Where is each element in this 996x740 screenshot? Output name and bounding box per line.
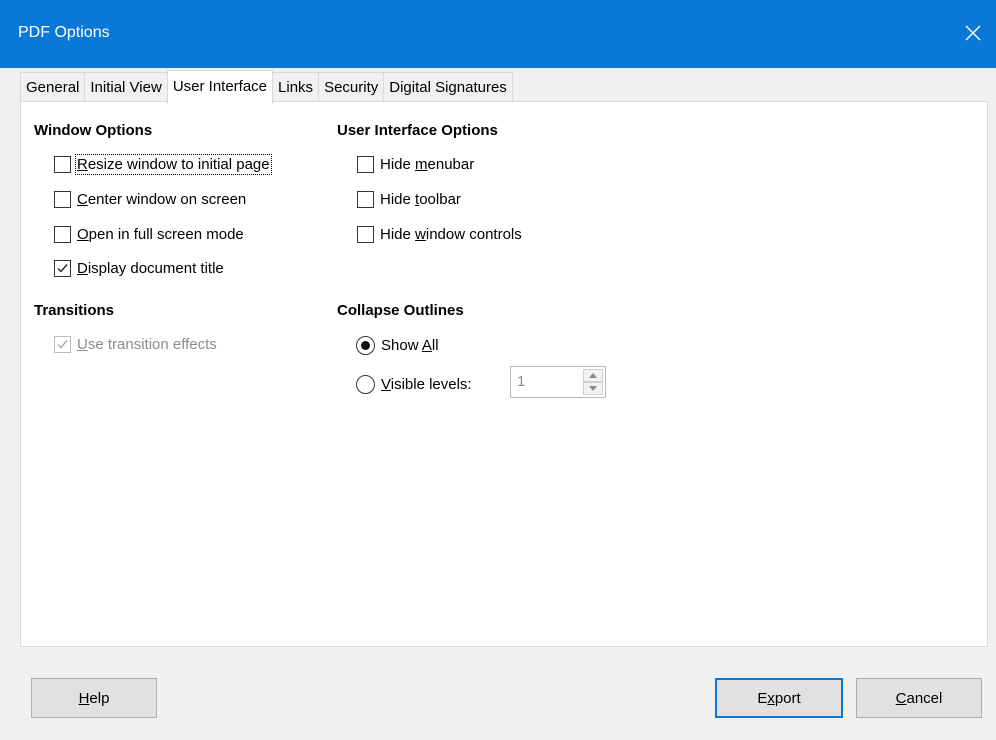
checkbox-box: [357, 155, 374, 173]
resize-window-label: Resize window to initial page: [75, 153, 272, 175]
checkbox-box: [54, 190, 71, 208]
arrow-down-icon: [589, 386, 597, 391]
window-title: PDF Options: [18, 24, 110, 41]
transitions-heading: Transitions: [34, 302, 115, 319]
transition-effects-label: Use transition effects: [77, 335, 217, 353]
visible-levels-radio[interactable]: Visible levels:: [356, 372, 472, 396]
close-icon: [965, 25, 981, 41]
hide-toolbar-label: Hide toolbar: [380, 190, 461, 208]
full-screen-checkbox[interactable]: Open in full screen mode: [54, 222, 244, 246]
hide-window-controls-label: Hide window controls: [380, 225, 522, 243]
spin-buttons: [583, 369, 603, 395]
radio-selected-dot: [361, 340, 370, 350]
help-button-label: Help: [78, 689, 110, 707]
resize-window-checkbox[interactable]: Resize window to initial page: [54, 152, 272, 176]
show-all-radio[interactable]: Show All: [356, 333, 439, 357]
display-title-checkbox[interactable]: Display document title: [54, 256, 224, 280]
show-all-label: Show All: [381, 336, 439, 354]
checkbox-box: [54, 225, 71, 243]
tab-digital-signatures[interactable]: Digital Signatures: [383, 72, 513, 102]
tab-initial-view[interactable]: Initial View: [84, 72, 168, 102]
title-bar: PDF Options: [0, 0, 996, 68]
hide-menubar-checkbox[interactable]: Hide menubar: [357, 152, 474, 176]
close-button[interactable]: [950, 14, 996, 52]
center-window-label: Center window on screen: [77, 190, 247, 208]
checkbox-box: [357, 225, 374, 243]
help-button[interactable]: Help: [31, 678, 157, 718]
visible-levels-label: Visible levels:: [381, 375, 472, 393]
checkbox-box: [357, 190, 374, 208]
tab-security[interactable]: Security: [318, 72, 385, 102]
hide-toolbar-checkbox[interactable]: Hide toolbar: [357, 187, 461, 211]
tab-bar: General Initial View User Interface Link…: [20, 70, 513, 104]
hide-menubar-label: Hide menubar: [380, 155, 475, 173]
check-icon: [57, 263, 68, 273]
cancel-button[interactable]: Cancel: [856, 678, 982, 718]
tab-general[interactable]: General: [20, 72, 86, 102]
visible-levels-spinbox[interactable]: 1: [510, 366, 606, 398]
hide-window-controls-checkbox[interactable]: Hide window controls: [357, 222, 522, 246]
export-button[interactable]: Export: [715, 678, 843, 718]
ui-options-heading: User Interface Options: [337, 122, 498, 139]
visible-levels-value[interactable]: 1: [517, 373, 525, 390]
collapse-outlines-heading: Collapse Outlines: [337, 302, 464, 319]
tab-user-interface[interactable]: User Interface: [166, 70, 274, 104]
spin-up-button[interactable]: [583, 369, 603, 382]
spin-down-button[interactable]: [583, 382, 603, 395]
export-button-label: Export: [757, 689, 801, 707]
checkbox-box: [54, 259, 71, 277]
checkbox-box: [54, 335, 71, 353]
radio-circle: [356, 374, 375, 394]
display-title-label: Display document title: [77, 259, 224, 277]
radio-circle: [356, 335, 375, 355]
window-options-heading: Window Options: [34, 122, 153, 139]
check-icon: [57, 339, 68, 349]
user-interface-panel: Window Options Resize window to initial …: [20, 101, 988, 647]
checkbox-box: [54, 155, 71, 173]
full-screen-label: Open in full screen mode: [77, 225, 244, 243]
tab-links[interactable]: Links: [272, 72, 320, 102]
arrow-up-icon: [589, 373, 597, 378]
center-window-checkbox[interactable]: Center window on screen: [54, 187, 246, 211]
cancel-button-label: Cancel: [895, 689, 943, 707]
transition-effects-checkbox[interactable]: Use transition effects: [54, 332, 217, 356]
